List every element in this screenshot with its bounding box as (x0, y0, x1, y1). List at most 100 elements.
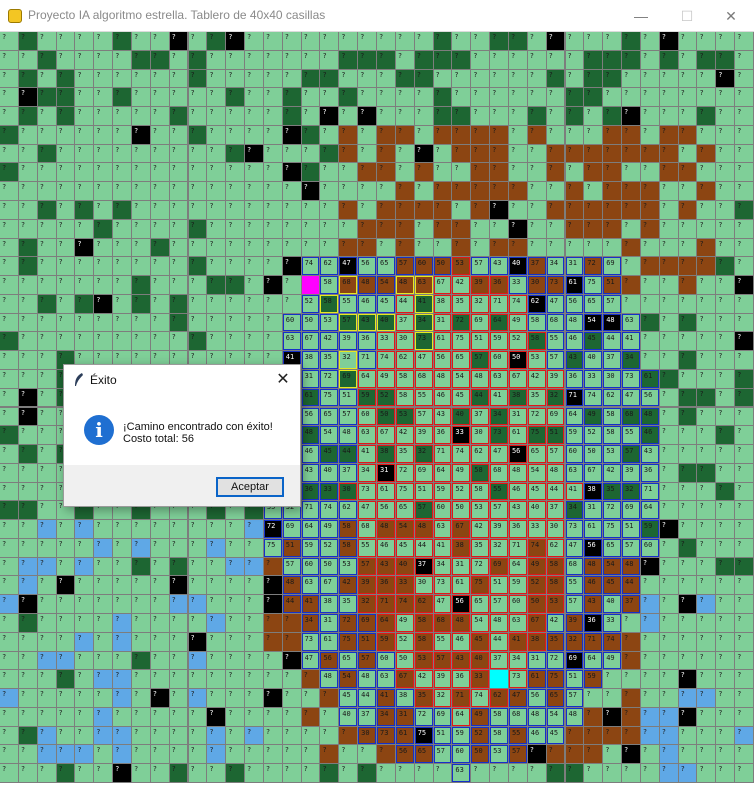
explored-cell[interactable]: 55 (490, 482, 508, 501)
unknown-cell[interactable]: ? (0, 745, 18, 764)
unknown-cell[interactable]: ? (94, 32, 113, 50)
unknown-cell[interactable]: ? (37, 426, 56, 445)
unknown-cell[interactable]: ? (75, 707, 94, 726)
explored-cell[interactable]: 59 (301, 538, 320, 557)
explored-cell[interactable]: 60 (414, 257, 433, 276)
unknown-cell[interactable]: ? (0, 482, 18, 501)
unknown-cell[interactable]: ? (527, 163, 546, 182)
explored-cell[interactable]: 57 (339, 407, 358, 426)
unknown-cell[interactable]: ? (603, 764, 622, 782)
unknown-cell[interactable]: ? (18, 125, 37, 144)
unknown-cell[interactable]: ? (131, 182, 150, 200)
explored-cell[interactable]: 75 (546, 670, 565, 689)
explored-cell[interactable]: 61 (433, 332, 452, 351)
unknown-cell[interactable]: ? (716, 557, 735, 576)
explored-cell[interactable]: 35 (395, 445, 414, 463)
unknown-cell[interactable]: ? (226, 107, 245, 125)
unknown-cell[interactable]: ? (226, 163, 245, 182)
explored-cell[interactable]: 33 (508, 276, 527, 294)
explored-cell[interactable]: 44 (490, 632, 508, 651)
explored-cell[interactable]: 39 (622, 463, 640, 482)
unknown-cell[interactable]: ? (282, 257, 301, 276)
explored-cell[interactable]: 54 (452, 369, 471, 388)
explored-cell[interactable]: 40 (527, 501, 546, 520)
explored-cell[interactable]: 73 (565, 520, 584, 538)
unknown-cell[interactable]: ? (150, 745, 169, 764)
explored-cell[interactable]: 42 (603, 463, 622, 482)
unknown-cell[interactable]: ? (301, 707, 320, 726)
unknown-cell[interactable]: ? (659, 32, 678, 50)
unknown-cell[interactable]: ? (659, 726, 678, 745)
unknown-cell[interactable]: ? (735, 557, 753, 576)
unknown-cell[interactable]: ? (603, 726, 622, 745)
unknown-cell[interactable]: ? (678, 125, 697, 144)
explored-cell[interactable]: 38 (508, 388, 527, 407)
explored-cell[interactable]: 52 (508, 332, 527, 351)
unknown-cell[interactable]: ? (37, 614, 56, 632)
explored-cell[interactable]: 46 (452, 632, 471, 651)
explored-cell[interactable]: 49 (508, 313, 527, 332)
explored-cell[interactable]: 75 (584, 276, 603, 294)
explored-cell[interactable]: 61 (508, 426, 527, 445)
unknown-cell[interactable]: ? (565, 745, 584, 764)
unknown-cell[interactable]: ? (113, 764, 131, 782)
explored-cell[interactable]: 62 (395, 351, 414, 369)
unknown-cell[interactable]: ? (659, 670, 678, 689)
unknown-cell[interactable]: ? (735, 632, 753, 651)
explored-cell[interactable]: 50 (527, 595, 546, 614)
unknown-cell[interactable]: ? (207, 238, 226, 257)
unknown-cell[interactable]: ? (716, 351, 735, 369)
unknown-cell[interactable]: ? (75, 632, 94, 651)
unknown-cell[interactable]: ? (490, 69, 508, 88)
unknown-cell[interactable]: ? (640, 313, 659, 332)
explored-cell[interactable]: 46 (301, 445, 320, 463)
unknown-cell[interactable]: ? (395, 219, 414, 238)
explored-cell[interactable]: 30 (471, 426, 490, 445)
explored-cell[interactable]: 47 (358, 501, 376, 520)
unknown-cell[interactable]: ? (508, 219, 527, 238)
unknown-cell[interactable]: ? (527, 219, 546, 238)
explored-cell[interactable]: 31 (584, 501, 603, 520)
explored-cell[interactable]: 57 (282, 557, 301, 576)
explored-cell[interactable]: 61 (565, 276, 584, 294)
unknown-cell[interactable]: ? (622, 670, 640, 689)
unknown-cell[interactable]: ? (565, 726, 584, 745)
explored-cell[interactable]: 60 (282, 313, 301, 332)
unknown-cell[interactable]: ? (678, 557, 697, 576)
unknown-cell[interactable]: ? (395, 107, 414, 125)
unknown-cell[interactable]: ? (622, 32, 640, 50)
explored-cell[interactable]: 63 (377, 670, 395, 689)
unknown-cell[interactable]: ? (37, 238, 56, 257)
unknown-cell[interactable]: ? (716, 745, 735, 764)
unknown-cell[interactable]: ? (735, 200, 753, 219)
unknown-cell[interactable]: ? (207, 125, 226, 144)
explored-cell[interactable]: 61 (395, 726, 414, 745)
explored-cell[interactable]: 37 (603, 351, 622, 369)
unknown-cell[interactable]: ? (56, 107, 75, 125)
explored-cell[interactable]: 54 (471, 614, 490, 632)
unknown-cell[interactable]: ? (113, 689, 131, 707)
explored-cell[interactable]: 62 (471, 445, 490, 463)
unknown-cell[interactable]: ? (716, 257, 735, 276)
unknown-cell[interactable]: ? (339, 238, 358, 257)
explored-cell[interactable]: 43 (377, 557, 395, 576)
unknown-cell[interactable]: ? (527, 238, 546, 257)
unknown-cell[interactable]: ? (565, 107, 584, 125)
unknown-cell[interactable]: ? (18, 632, 37, 651)
unknown-cell[interactable]: ? (169, 557, 188, 576)
unknown-cell[interactable]: ? (169, 313, 188, 332)
unknown-cell[interactable]: ? (18, 238, 37, 257)
explored-cell[interactable]: 42 (395, 426, 414, 445)
unknown-cell[interactable]: ? (188, 632, 207, 651)
unknown-cell[interactable]: ? (150, 726, 169, 745)
explored-cell[interactable]: 58 (395, 369, 414, 388)
explored-cell[interactable]: 72 (395, 463, 414, 482)
unknown-cell[interactable]: ? (131, 50, 150, 69)
explored-cell[interactable]: 35 (527, 388, 546, 407)
explored-cell[interactable]: 45 (395, 538, 414, 557)
unknown-cell[interactable]: ? (659, 294, 678, 313)
unknown-cell[interactable]: ? (622, 257, 640, 276)
unknown-cell[interactable]: ? (18, 163, 37, 182)
unknown-cell[interactable]: ? (678, 107, 697, 125)
unknown-cell[interactable]: ? (37, 670, 56, 689)
